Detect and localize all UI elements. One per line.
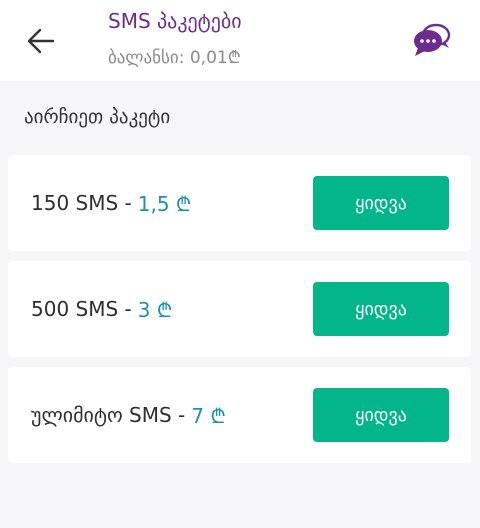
package-price: 3 ₾	[137, 297, 173, 322]
package-label: ულიმიტო SMS - 7 ₾	[31, 367, 226, 463]
package-price: 1,5 ₾	[137, 191, 192, 216]
chat-button[interactable]	[412, 22, 452, 58]
package-name: 150 SMS -	[31, 191, 132, 215]
section-title: აირჩიეთ პაკეტი	[24, 106, 171, 128]
buy-button[interactable]: ყიდვა	[313, 388, 449, 442]
back-button[interactable]	[24, 24, 58, 58]
package-name: 500 SMS -	[31, 297, 132, 321]
buy-button[interactable]: ყიდვა	[313, 282, 449, 336]
page-title: SMS პაკეტები	[108, 9, 242, 33]
package-card: 500 SMS - 3 ₾ ყიდვა	[8, 261, 471, 357]
package-card: ულიმიტო SMS - 7 ₾ ყიდვა	[8, 367, 471, 463]
package-card: 150 SMS - 1,5 ₾ ყიდვა	[8, 155, 471, 251]
app-header: SMS პაკეტები ბალანსი: 0,01₾	[0, 0, 480, 81]
package-label: 500 SMS - 3 ₾	[31, 261, 172, 357]
chat-bubbles-icon	[414, 23, 451, 56]
arrow-left-icon	[27, 28, 55, 54]
package-label: 150 SMS - 1,5 ₾	[31, 155, 191, 251]
balance-text: ბალანსი: 0,01₾	[108, 48, 241, 68]
buy-button[interactable]: ყიდვა	[313, 176, 449, 230]
package-name: ულიმიტო SMS -	[31, 403, 186, 427]
package-price: 7 ₾	[191, 403, 226, 428]
